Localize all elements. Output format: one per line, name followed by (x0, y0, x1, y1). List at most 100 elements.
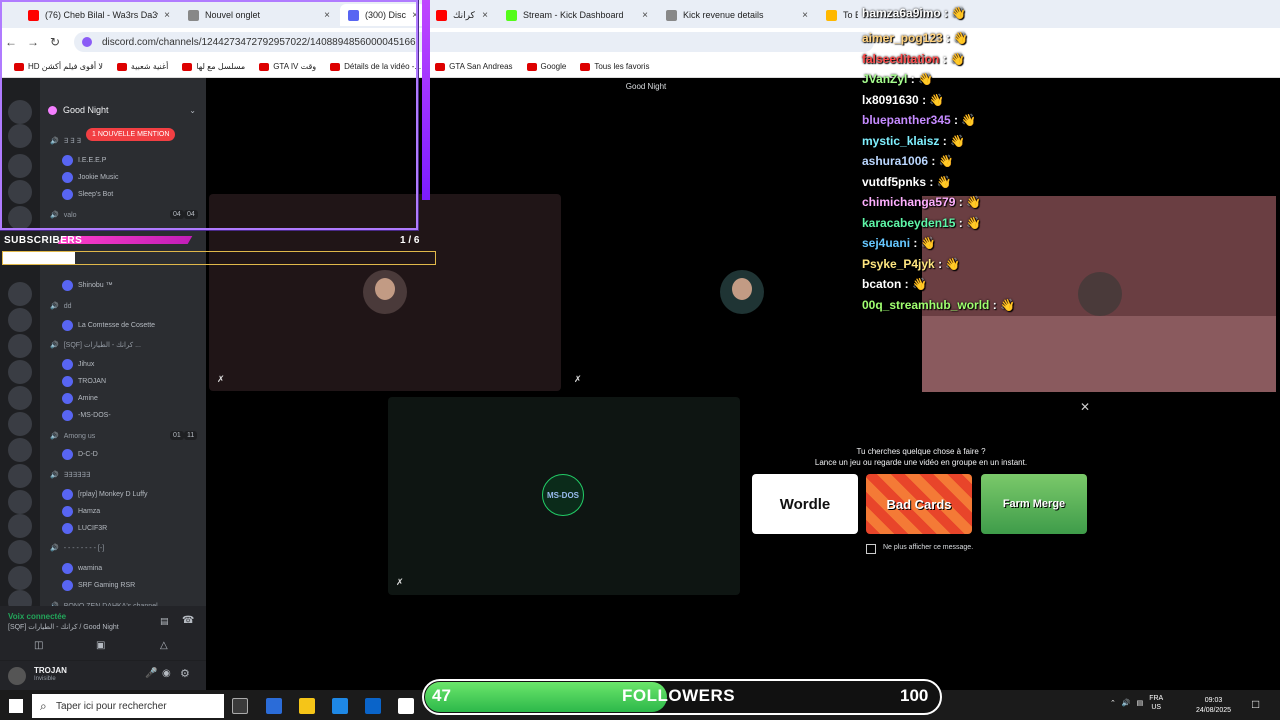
voice-channel-name[interactable]: [SQF] كرانك - الطيارات / Good Night (8, 623, 119, 631)
bookmark-item[interactable]: Google (526, 62, 566, 71)
mic-muted-icon[interactable]: 🎤 (145, 668, 157, 679)
server-icon[interactable] (8, 282, 32, 306)
chat-separator: : (989, 298, 1001, 312)
server-icon[interactable] (8, 566, 32, 590)
noise-icon[interactable]: ▤ (160, 616, 169, 627)
chat-separator: : (955, 195, 967, 209)
chat-message: mystic_klaisz : 👋 (862, 134, 965, 148)
activity-title-line2: Lance un jeu ou regarde une vidéo en gro… (814, 458, 1028, 467)
chat-separator: : (939, 134, 951, 148)
taskbar-search-input[interactable]: Taper ici pour rechercher (32, 694, 224, 718)
language-indicator[interactable]: FRA US (1149, 694, 1163, 712)
chat-username: hamza6a9imo (862, 6, 941, 20)
notepad-icon[interactable] (398, 698, 414, 714)
voice-user[interactable]: TROJAN (62, 376, 106, 387)
volume-icon[interactable]: 🔊 (1122, 699, 1131, 707)
server-icon[interactable] (8, 308, 32, 332)
channel-item[interactable]: 🔊 dd (50, 302, 72, 311)
avatar[interactable] (8, 667, 26, 685)
store-icon[interactable] (266, 698, 282, 714)
network-icon[interactable]: ▤ (1137, 699, 1144, 707)
server-icon[interactable] (8, 540, 32, 564)
outlook-icon[interactable] (365, 698, 381, 714)
activity-title-line1: Tu cherches quelque chose à faire ? (856, 447, 986, 456)
avatar (1078, 272, 1122, 316)
chevron-up-icon[interactable]: ⌃ (1110, 699, 1116, 707)
voice-user[interactable]: Amine (62, 393, 98, 404)
browser-tab[interactable]: كرانك × (428, 4, 496, 26)
bookmark-item[interactable]: Tous les favoris (580, 62, 649, 71)
vscode-icon[interactable] (332, 698, 348, 714)
disconnect-icon[interactable]: ☎ (182, 615, 194, 626)
browser-tab[interactable]: Kick revenue details × (658, 4, 816, 26)
voice-user[interactable]: Jihux (62, 359, 94, 370)
task-view-icon[interactable] (232, 698, 248, 714)
windows-start-icon[interactable] (9, 699, 23, 713)
server-icon[interactable] (8, 386, 32, 410)
gear-icon[interactable]: ⚙ (180, 667, 190, 680)
channel-item[interactable]: 🔊 [SQF] كرانك - الطيارات ... (50, 341, 141, 349)
chat-message: sej4uani : 👋 (862, 236, 936, 250)
server-icon[interactable] (8, 514, 32, 538)
chat-message: vutdf5pnks : 👋 (862, 175, 952, 189)
screen-share-icon[interactable]: ▣ (96, 640, 105, 651)
server-icon[interactable] (8, 360, 32, 384)
mic-muted-icon: ✗ (574, 374, 582, 384)
voice-user-name: Amine (78, 395, 98, 402)
activity-card-farm[interactable]: Farm Merge (981, 474, 1087, 534)
tab-close-icon[interactable]: × (642, 10, 648, 21)
dismiss-checkbox[interactable] (866, 544, 876, 554)
voice-user[interactable]: Hamza (62, 506, 100, 517)
avatar (62, 563, 73, 574)
file-explorer-icon[interactable] (299, 698, 315, 714)
tab-close-icon[interactable]: × (482, 10, 488, 21)
channel-name: [SQF] كرانك - الطيارات ... (63, 342, 141, 349)
headphones-icon[interactable]: ◉ (162, 668, 171, 679)
voice-user-name: TROJAN (78, 378, 106, 385)
server-icon[interactable] (8, 334, 32, 358)
wave-emote-icon: 👋 (938, 154, 954, 168)
chat-username: ashura1006 (862, 154, 929, 168)
tab-label: كرانك (453, 9, 475, 20)
voice-user[interactable]: La Comtesse de Cosette (62, 320, 155, 331)
voice-user[interactable]: [rplay] Monkey D Luffy (62, 489, 148, 500)
channel-item[interactable]: 🔊 - - - - - - - - [-] (50, 544, 104, 553)
voice-user[interactable]: SRF Gaming RSR (62, 580, 135, 591)
bookmark-item[interactable]: GTA San Andreas (435, 62, 513, 71)
wave-emote-icon: 👋 (950, 134, 966, 148)
voice-user[interactable]: Shinobu ™ (62, 280, 113, 291)
taskbar-clock[interactable]: 09:03 24/08/2025 (1196, 696, 1231, 716)
activity-card-bad-cards[interactable]: Bad Cards (866, 474, 972, 534)
voice-user[interactable]: D-C-D (62, 449, 98, 460)
chat-username: 00q_streamhub_world (862, 298, 990, 312)
bookmark-favicon-icon (435, 62, 446, 71)
channel-item[interactable]: 🔊 ∃∃∃∃∃∃ (50, 471, 90, 479)
bookmark-label: GTA San Andreas (449, 62, 513, 71)
avatar (62, 449, 73, 460)
activity-card-wordle[interactable]: Wordle (752, 474, 858, 534)
speaker-icon: 🔊 (50, 545, 59, 552)
voice-user[interactable]: wamina (62, 563, 102, 574)
chat-separator: : (955, 216, 967, 230)
speaker-icon: 🔊 (50, 342, 59, 349)
channel-item[interactable]: 🔊 Among us (50, 432, 95, 441)
notifications-icon[interactable]: □ (1252, 697, 1259, 711)
voice-user[interactable]: -MS-DOS- (62, 410, 111, 421)
activity-icon[interactable]: △ (160, 640, 168, 651)
avatar (62, 280, 73, 291)
camera-icon[interactable]: ◫ (34, 640, 43, 651)
system-tray[interactable]: ⌃ 🔊 ▤ FRA US (1110, 694, 1163, 712)
activity-prompt: Tu cherches quelque chose à faire ? Lanc… (746, 446, 1096, 468)
browser-tab[interactable]: Stream - Kick Dashboard × (498, 4, 656, 26)
chat-separator: : (940, 6, 952, 20)
server-icon[interactable] (8, 490, 32, 514)
wave-emote-icon: 👋 (912, 277, 927, 291)
voice-user-name: Hamza (78, 508, 101, 515)
server-icon[interactable] (8, 464, 32, 488)
wave-emote-icon: 👋 (953, 31, 969, 45)
server-icon[interactable] (8, 438, 32, 462)
server-icon[interactable] (8, 412, 32, 436)
voice-user[interactable]: LUCIF3R (62, 523, 107, 534)
close-icon[interactable]: ✕ (1080, 400, 1090, 414)
tab-close-icon[interactable]: × (802, 10, 808, 21)
